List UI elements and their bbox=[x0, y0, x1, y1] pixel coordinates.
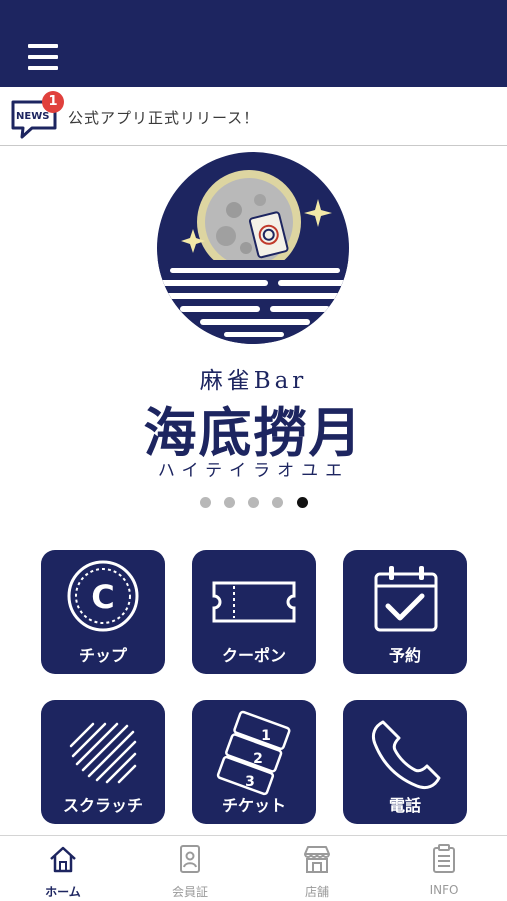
carousel-dot-1[interactable] bbox=[200, 497, 211, 508]
tab-home-label: ホーム bbox=[45, 885, 81, 899]
tab-shop[interactable]: 店舗 bbox=[254, 836, 380, 901]
tab-shop-label: 店舗 bbox=[304, 885, 329, 899]
scratch-button[interactable]: スクラッチ bbox=[41, 700, 165, 824]
member-card-icon bbox=[180, 845, 200, 873]
scratch-label: スクラッチ bbox=[62, 796, 143, 815]
carousel-dot-4[interactable] bbox=[272, 497, 283, 508]
carousel-dots bbox=[200, 497, 310, 509]
ticket-number-2: 2 bbox=[253, 751, 263, 767]
ticket-number-3: 3 bbox=[245, 774, 255, 790]
carousel-dot-3[interactable] bbox=[248, 497, 259, 508]
hamburger-menu-icon[interactable] bbox=[28, 44, 58, 70]
phone-button[interactable]: 電話 bbox=[343, 700, 467, 824]
moon-sea-logo bbox=[157, 152, 349, 344]
ticket-button[interactable]: 1 2 3 チケット bbox=[192, 700, 316, 824]
news-icon-label: NEWS bbox=[16, 111, 49, 122]
bottom-tab-bar: ホーム 会員証 店舗 INFO bbox=[0, 835, 507, 901]
carousel-dot-2[interactable] bbox=[224, 497, 235, 508]
coupon-button[interactable]: クーポン bbox=[192, 550, 316, 674]
notification-badge: 1 bbox=[42, 91, 64, 113]
brand-reading: ハイテイラオユエ bbox=[157, 461, 350, 481]
app-header bbox=[0, 0, 507, 87]
tab-member-card-label: 会員証 bbox=[171, 885, 208, 899]
reservation-label: 予約 bbox=[388, 646, 421, 665]
home-icon bbox=[50, 846, 76, 873]
coupon-label: クーポン bbox=[221, 646, 286, 665]
info-document-icon bbox=[433, 844, 455, 873]
reservation-button[interactable]: 予約 bbox=[343, 550, 467, 674]
tab-info[interactable]: INFO bbox=[381, 836, 507, 901]
ticket-label: チケット bbox=[221, 796, 286, 815]
chip-button[interactable]: C チップ bbox=[41, 550, 165, 674]
chip-icon-letter: C bbox=[91, 578, 114, 616]
tab-home[interactable]: ホーム bbox=[0, 836, 126, 901]
tab-member-card[interactable]: 会員証 bbox=[127, 836, 253, 901]
news-headline[interactable]: 公式アプリ正式リリース！ bbox=[68, 107, 259, 128]
brand-subtitle: 麻雀Bar bbox=[199, 368, 308, 394]
ticket-number-1: 1 bbox=[261, 728, 271, 744]
chip-label: チップ bbox=[78, 646, 127, 665]
tab-info-label: INFO bbox=[429, 883, 459, 897]
carousel-dot-5[interactable] bbox=[297, 497, 308, 508]
shop-icon bbox=[304, 846, 330, 873]
phone-label: 電話 bbox=[388, 796, 421, 815]
